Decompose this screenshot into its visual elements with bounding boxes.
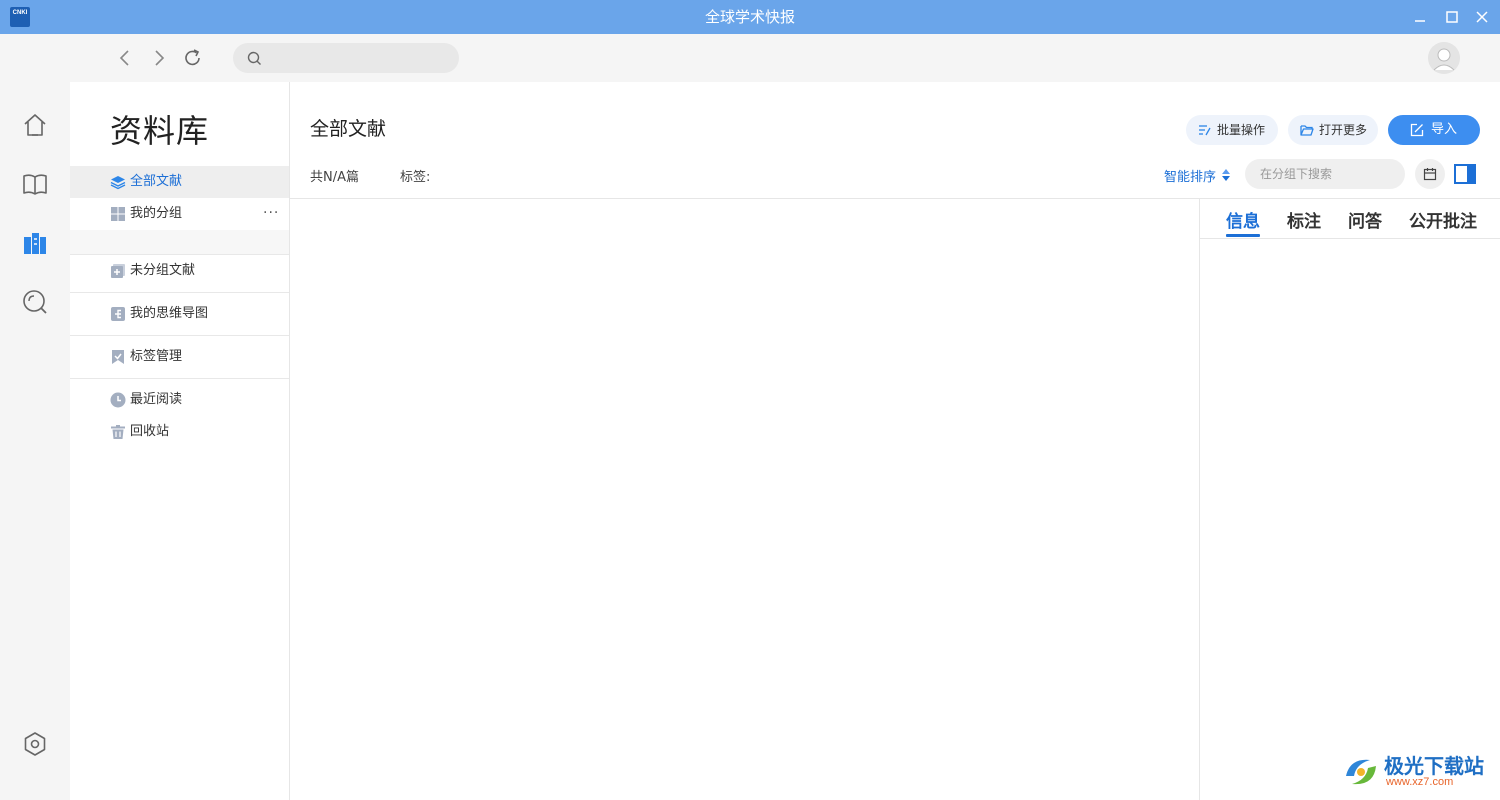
more-options-button[interactable]: ··· (263, 198, 279, 228)
add-doc-icon (110, 263, 126, 279)
divider (1200, 238, 1500, 239)
nav-bar (70, 34, 1500, 82)
search-icon (247, 51, 261, 65)
sort-arrows-icon[interactable] (1222, 169, 1230, 181)
sidebar-item-label: 标签管理 (130, 349, 183, 364)
sidebar-item-label: 全部文献 (130, 174, 183, 189)
discover-icon[interactable] (21, 288, 49, 316)
panel-toggle-button[interactable] (1454, 164, 1476, 184)
watermark: 极光下载站 www.xz7.com (1340, 748, 1495, 794)
close-button[interactable] (1470, 5, 1494, 29)
sidebar-item-label: 回收站 (130, 424, 170, 439)
tab-annotations[interactable]: 标注 (1287, 207, 1321, 235)
trash-icon (110, 424, 126, 440)
document-count: 共N/A篇 (310, 170, 359, 185)
watermark-name: 极光下载站 (1384, 754, 1484, 778)
search-input[interactable] (269, 48, 449, 68)
group-list-area (70, 230, 289, 254)
tab-public-comments[interactable]: 公开批注 (1409, 207, 1477, 235)
watermark-logo-icon (1346, 759, 1376, 785)
library-title: 资料库 (110, 112, 210, 150)
open-more-label: 打开更多 (1319, 123, 1368, 137)
grid-icon (110, 206, 126, 222)
mindmap-icon (110, 306, 126, 322)
title-bar: CNKI 全球学术快报 (0, 0, 1500, 34)
divider (70, 335, 289, 336)
watermark-url: www.xz7.com (1386, 776, 1454, 788)
avatar[interactable] (1428, 42, 1460, 74)
minimize-button[interactable] (1408, 5, 1432, 29)
library-icon[interactable] (21, 229, 49, 257)
tags-label: 标签: (400, 170, 431, 185)
back-button[interactable] (114, 47, 136, 69)
folder-open-icon (1300, 125, 1314, 136)
calendar-button[interactable] (1415, 159, 1445, 189)
tab-qa[interactable]: 问答 (1348, 207, 1382, 235)
bookmark-icon (110, 349, 126, 365)
divider (1199, 199, 1200, 800)
sidebar-item-my-groups[interactable]: 我的分组 ··· (70, 198, 289, 230)
sidebar-item-all-docs[interactable]: 全部文献 (70, 166, 289, 198)
sidebar-item-trash[interactable]: 回收站 (70, 416, 289, 448)
list-edit-icon (1199, 125, 1211, 136)
home-icon[interactable] (21, 111, 49, 139)
refresh-button[interactable] (182, 47, 204, 69)
page-title: 全部文献 (310, 118, 387, 140)
sort-dropdown[interactable]: 智能排序 (1164, 166, 1216, 185)
sidebar-item-ungrouped[interactable]: 未分组文献 (70, 255, 289, 287)
sidebar-item-recent[interactable]: 最近阅读 (70, 384, 289, 416)
tab-info[interactable]: 信息 (1226, 207, 1260, 237)
divider (290, 198, 1500, 199)
side-panel-icon (1454, 164, 1476, 184)
window-title: 全球学术快报 (704, 8, 795, 26)
sidebar-item-label: 我的分组 (130, 206, 183, 221)
sidebar-item-tag-management[interactable]: 标签管理 (70, 341, 289, 373)
icon-rail (0, 34, 70, 800)
sidebar-item-mindmap[interactable]: 我的思维导图 (70, 298, 289, 330)
clock-icon (110, 392, 126, 408)
layers-icon (110, 174, 126, 190)
group-search-input[interactable] (1245, 159, 1405, 189)
import-button[interactable]: 导入 (1388, 115, 1480, 145)
sidebar-item-label: 最近阅读 (130, 392, 183, 407)
book-icon[interactable] (21, 170, 49, 198)
divider (70, 378, 289, 379)
global-search[interactable] (233, 43, 459, 73)
library-sidebar: 资料库 全部文献 我的分组 ··· 未分组文献 我的思维导图 标签管理 最近阅读… (70, 82, 290, 800)
batch-operation-button[interactable]: 批量操作 (1186, 115, 1278, 145)
forward-button[interactable] (148, 47, 170, 69)
import-label: 导入 (1431, 122, 1458, 137)
divider (70, 292, 289, 293)
settings-icon[interactable] (21, 730, 49, 758)
maximize-button[interactable] (1440, 5, 1464, 29)
edit-icon (1410, 123, 1424, 137)
batch-operation-label: 批量操作 (1217, 123, 1266, 137)
sidebar-item-label: 我的思维导图 (130, 306, 209, 321)
calendar-icon (1423, 168, 1437, 181)
open-more-button[interactable]: 打开更多 (1288, 115, 1378, 145)
sidebar-item-label: 未分组文献 (130, 263, 196, 278)
